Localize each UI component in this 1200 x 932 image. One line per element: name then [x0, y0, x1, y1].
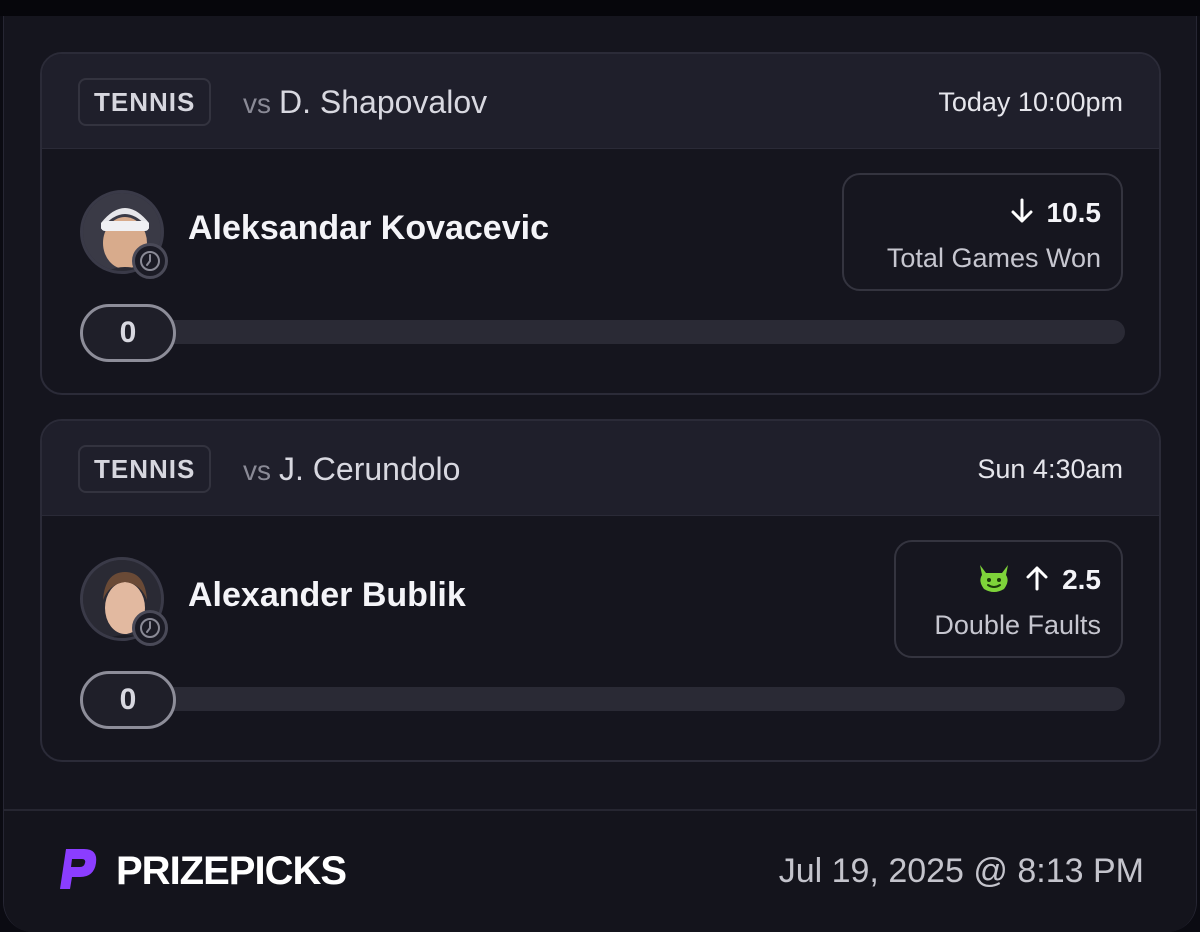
clock-icon: [132, 243, 168, 279]
pick-stat-type: Total Games Won: [886, 243, 1101, 273]
pick-card-header: TENNIS vs D. Shapovalov Today 10:00pm: [42, 54, 1159, 149]
progress-track: [80, 687, 1125, 711]
progress-value: 0: [80, 671, 176, 729]
pick-line-value: 2.5: [1062, 564, 1101, 595]
matchup: vs J. Cerundolo: [243, 447, 460, 493]
player-name: Aleksandar Kovacevic: [188, 209, 549, 247]
opponent-name: D. Shapovalov: [279, 84, 488, 120]
pick-line-box[interactable]: 2.5 Double Faults: [894, 540, 1123, 658]
prizepicks-logo-icon: [52, 843, 102, 898]
top-bar: [0, 0, 1200, 16]
pick-stat-type: Double Faults: [934, 610, 1101, 640]
screenshot-timestamp: Jul 19, 2025 @ 8:13 PM: [778, 852, 1144, 890]
progress-track: [80, 320, 1125, 344]
pick-card-header: TENNIS vs J. Cerundolo Sun 4:30am: [42, 421, 1159, 516]
vs-label: vs: [243, 455, 271, 486]
clock-icon: [132, 610, 168, 646]
arrow-up-icon: [1024, 564, 1050, 597]
vs-label: vs: [243, 88, 271, 119]
game-time: Today 10:00pm: [938, 87, 1123, 117]
lineup-panel: TENNIS vs D. Shapovalov Today 10:00pm Al…: [3, 16, 1197, 932]
game-time: Sun 4:30am: [977, 454, 1123, 484]
sport-badge: TENNIS: [78, 445, 212, 493]
screenshot-frame: TENNIS vs D. Shapovalov Today 10:00pm Al…: [0, 0, 1200, 932]
player-name: Alexander Bublik: [188, 576, 466, 614]
footer: PRIZEPICKS Jul 19, 2025 @ 8:13 PM: [4, 811, 1196, 932]
pick-line-value: 10.5: [1046, 197, 1102, 228]
pick-line-row: 2.5: [976, 560, 1101, 600]
brand-name: PRIZEPICKS: [116, 848, 347, 893]
sport-badge: TENNIS: [78, 78, 212, 126]
opponent-name: J. Cerundolo: [279, 451, 461, 487]
pick-line-row: 10.5: [1009, 193, 1102, 233]
pick-card[interactable]: TENNIS vs D. Shapovalov Today 10:00pm Al…: [40, 52, 1161, 395]
progress-value: 0: [80, 304, 176, 362]
green-demon-icon: [976, 561, 1012, 600]
matchup: vs D. Shapovalov: [243, 80, 487, 126]
pick-line-box[interactable]: 10.5 Total Games Won: [842, 173, 1123, 291]
brand-logo: PRIZEPICKS: [52, 843, 347, 898]
pick-card[interactable]: TENNIS vs J. Cerundolo Sun 4:30am Alexan…: [40, 419, 1161, 762]
arrow-down-icon: [1009, 197, 1035, 230]
